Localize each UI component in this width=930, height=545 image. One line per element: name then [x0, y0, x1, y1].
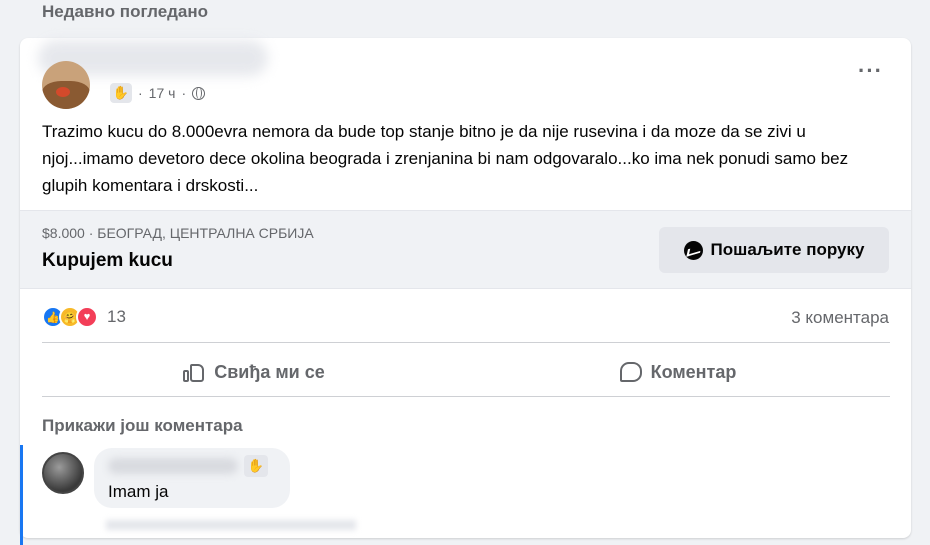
comments-count-link[interactable]: 3 коментара: [791, 308, 889, 328]
post-time[interactable]: 17 ч: [149, 85, 176, 101]
like-button[interactable]: Свиђа ми се: [42, 348, 466, 396]
globe-icon: [192, 86, 206, 100]
separator-dot: ·: [181, 85, 187, 101]
thumbs-up-icon: [183, 362, 205, 382]
like-label: Свиђа ми се: [214, 361, 325, 382]
love-reaction-icon: ♥: [76, 306, 98, 328]
marketplace-listing[interactable]: $8.000 · БЕОГРАД, ЦЕНТРАЛНА СРБИЈА Kupuj…: [20, 210, 911, 289]
comment-text: Imam ja: [108, 482, 169, 501]
send-message-button[interactable]: Пошаљите поруку: [659, 227, 889, 273]
wave-icon: ✋: [244, 455, 268, 477]
listing-price-location: $8.000 · БЕОГРАД, ЦЕНТРАЛНА СРБИЈА: [42, 225, 314, 241]
post-meta: ✋ · 17 ч ·: [110, 82, 206, 104]
separator-dot: ·: [138, 85, 143, 101]
post-actions: Свиђа ми се Коментар: [42, 348, 890, 396]
divider: [42, 342, 890, 343]
comment-label: Коментар: [650, 361, 737, 382]
author-avatar[interactable]: [42, 61, 90, 109]
show-more-comments-link[interactable]: Прикажи још коментара: [42, 416, 243, 436]
section-header: Недавно погледано: [42, 2, 209, 21]
post-card: ✋ · 17 ч · ··· Trazimo kucu do 8.000evra…: [20, 38, 911, 545]
divider: [42, 396, 890, 397]
commenter-avatar[interactable]: [42, 452, 84, 494]
comment-bubble: ✋ Imam ja: [94, 448, 290, 508]
comment-button[interactable]: Коментар: [466, 348, 890, 396]
blurred-commenter-name[interactable]: [108, 458, 238, 474]
comment-focus-bar: [20, 445, 23, 545]
listing-title[interactable]: Kupujem kucu: [42, 250, 173, 272]
blurred-comment-actions: [106, 520, 356, 530]
send-message-label: Пошаљите поруку: [710, 240, 865, 259]
reaction-count: 13: [107, 307, 126, 326]
post-text: Trazimo kucu do 8.000evra nemora da bude…: [42, 122, 849, 195]
reactions-summary[interactable]: 👍 🤗 ♥ 13: [42, 306, 126, 328]
more-options-button[interactable]: ···: [858, 60, 883, 82]
messenger-icon: [683, 240, 703, 260]
comment-icon: [619, 362, 642, 382]
wave-icon: ✋: [110, 83, 132, 103]
